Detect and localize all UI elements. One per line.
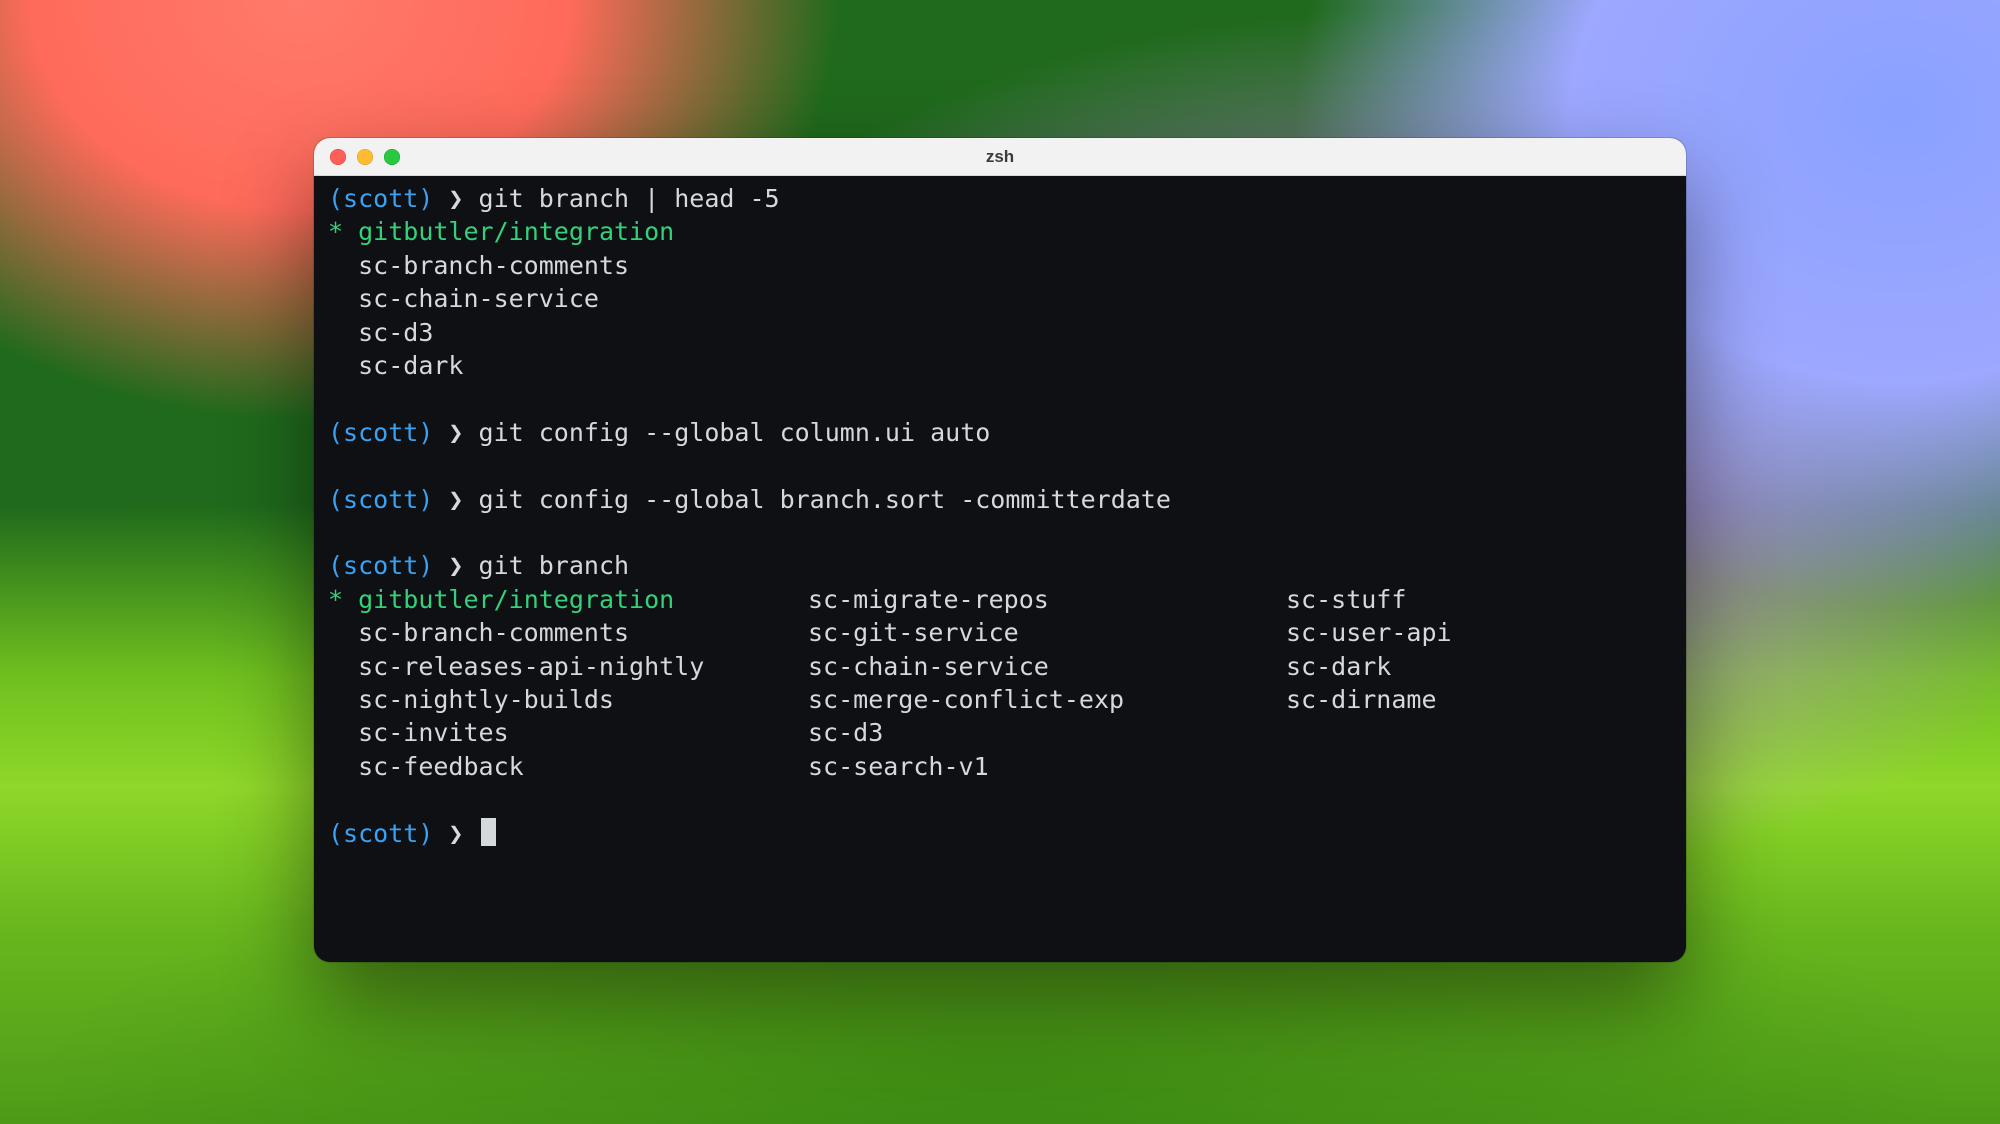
prompt-arrow-icon: ❯ bbox=[448, 184, 463, 213]
output-line: sc-stuff bbox=[1286, 583, 1452, 616]
output-line: sc-branch-comments bbox=[328, 249, 1672, 282]
output-line: sc-search-v1 bbox=[808, 750, 1286, 783]
branch-name: sc-branch-comments bbox=[358, 618, 629, 647]
branch-name: sc-invites bbox=[358, 718, 509, 747]
output-line: sc-dirname bbox=[1286, 683, 1452, 716]
blank-line bbox=[328, 516, 1672, 549]
minimize-icon[interactable] bbox=[357, 149, 373, 165]
window-title: zsh bbox=[314, 147, 1686, 167]
branch-name: sc-git-service bbox=[808, 618, 1019, 647]
prompt-user: (scott) bbox=[328, 485, 433, 514]
branch-name: sc-dark bbox=[1286, 652, 1391, 681]
current-branch-star-icon: * bbox=[328, 217, 343, 246]
prompt-arrow-icon: ❯ bbox=[448, 551, 463, 580]
blank-line bbox=[328, 382, 1672, 415]
branch-name: sc-branch-comments bbox=[358, 251, 629, 280]
command-text: git branch | head -5 bbox=[479, 184, 780, 213]
prompt-user: (scott) bbox=[328, 819, 433, 848]
output-line: sc-user-api bbox=[1286, 616, 1452, 649]
output-line: * gitbutler/integration bbox=[328, 215, 1672, 248]
window-titlebar[interactable]: zsh bbox=[314, 138, 1686, 176]
output-line: sc-nightly-builds bbox=[328, 683, 808, 716]
close-icon[interactable] bbox=[330, 149, 346, 165]
window-controls bbox=[314, 149, 400, 165]
branch-name: gitbutler/integration bbox=[358, 217, 674, 246]
branch-name: sc-merge-conflict-exp bbox=[808, 685, 1124, 714]
prompt-arrow-icon: ❯ bbox=[448, 819, 463, 848]
cursor-icon bbox=[481, 818, 496, 846]
output-line: sc-chain-service bbox=[328, 282, 1672, 315]
branch-name: sc-search-v1 bbox=[808, 752, 989, 781]
output-line: sc-chain-service bbox=[808, 650, 1286, 683]
output-line: sc-git-service bbox=[808, 616, 1286, 649]
prompt-line: (scott) ❯ git config --global branch.sor… bbox=[328, 483, 1672, 516]
branch-column-3: sc-stuff sc-user-api sc-dark sc-dirname bbox=[1286, 583, 1452, 783]
output-line: sc-migrate-repos bbox=[808, 583, 1286, 616]
output-line: sc-dark bbox=[1286, 650, 1452, 683]
branch-name: sc-dirname bbox=[1286, 685, 1437, 714]
branch-name: sc-dark bbox=[358, 351, 463, 380]
branch-column-1: * gitbutler/integration sc-branch-commen… bbox=[328, 583, 808, 783]
command-text: git config --global branch.sort -committ… bbox=[479, 485, 1171, 514]
prompt-line: (scott) ❯ bbox=[328, 817, 1672, 850]
output-line: sc-feedback bbox=[328, 750, 808, 783]
output-line: * gitbutler/integration bbox=[328, 583, 808, 616]
branch-name: sc-user-api bbox=[1286, 618, 1452, 647]
prompt-user: (scott) bbox=[328, 418, 433, 447]
prompt-line: (scott) ❯ git config --global column.ui … bbox=[328, 416, 1672, 449]
output-line: sc-merge-conflict-exp bbox=[808, 683, 1286, 716]
branch-columns: * gitbutler/integration sc-branch-commen… bbox=[328, 583, 1672, 783]
terminal-content[interactable]: (scott) ❯ git branch | head -5* gitbutle… bbox=[314, 176, 1686, 864]
output-line: sc-dark bbox=[328, 349, 1672, 382]
prompt-arrow-icon: ❯ bbox=[448, 418, 463, 447]
output-line: sc-d3 bbox=[328, 316, 1672, 349]
branch-name: sc-d3 bbox=[358, 318, 433, 347]
branch-name: sc-feedback bbox=[358, 752, 524, 781]
branch-name: sc-nightly-builds bbox=[358, 685, 614, 714]
branch-name: sc-migrate-repos bbox=[808, 585, 1049, 614]
branch-name: sc-stuff bbox=[1286, 585, 1406, 614]
zoom-icon[interactable] bbox=[384, 149, 400, 165]
output-line: sc-invites bbox=[328, 716, 808, 749]
output-line: sc-releases-api-nightly bbox=[328, 650, 808, 683]
branch-name: sc-d3 bbox=[808, 718, 883, 747]
blank-line bbox=[328, 449, 1672, 482]
current-branch-star-icon: * bbox=[328, 585, 343, 614]
prompt-user: (scott) bbox=[328, 551, 433, 580]
terminal-window: zsh (scott) ❯ git branch | head -5* gitb… bbox=[314, 138, 1686, 962]
prompt-line: (scott) ❯ git branch bbox=[328, 549, 1672, 582]
output-line: sc-d3 bbox=[808, 716, 1286, 749]
prompt-arrow-icon: ❯ bbox=[448, 485, 463, 514]
command-text: git branch bbox=[479, 551, 630, 580]
branch-name: gitbutler/integration bbox=[358, 585, 674, 614]
command-text: git config --global column.ui auto bbox=[479, 418, 991, 447]
branch-column-2: sc-migrate-repos sc-git-service sc-chain-s… bbox=[808, 583, 1286, 783]
blank-line bbox=[328, 783, 1672, 816]
branch-name: sc-chain-service bbox=[358, 284, 599, 313]
prompt-user: (scott) bbox=[328, 184, 433, 213]
output-line: sc-branch-comments bbox=[328, 616, 808, 649]
prompt-line: (scott) ❯ git branch | head -5 bbox=[328, 182, 1672, 215]
branch-name: sc-chain-service bbox=[808, 652, 1049, 681]
branch-name: sc-releases-api-nightly bbox=[358, 652, 704, 681]
